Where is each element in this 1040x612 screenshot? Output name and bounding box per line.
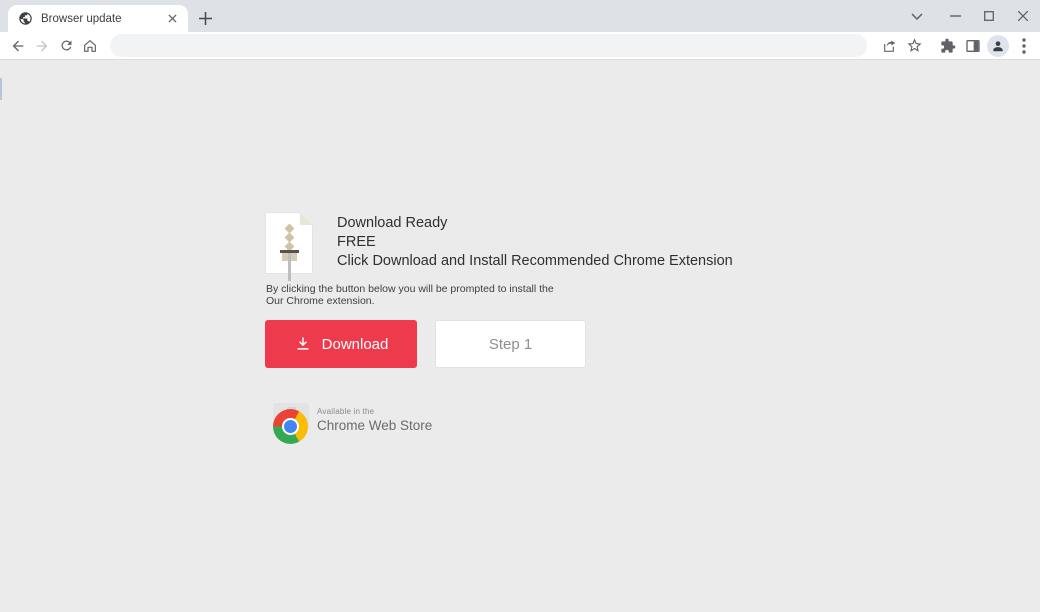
- headline-instruction: Click Download and Install Recommended C…: [337, 253, 733, 269]
- step-1-button-label: Step 1: [488, 335, 533, 353]
- browser-window: Browser update Download Ready FREE Click…: [0, 0, 1040, 612]
- browser-toolbar: [0, 32, 1040, 60]
- tab-search-chevron-icon[interactable]: [900, 3, 934, 29]
- download-button[interactable]: Download: [265, 320, 417, 368]
- window-controls: [900, 0, 1040, 32]
- new-tab-button[interactable]: [196, 9, 214, 27]
- disclaimer-line1: By clicking the button below you will be…: [266, 283, 554, 295]
- page-content: Download Ready FREE Click Download and I…: [0, 60, 1040, 612]
- step-1-button[interactable]: Step 1: [435, 320, 586, 368]
- profile-icon[interactable]: [987, 34, 1009, 57]
- download-button-label: Download: [321, 335, 389, 353]
- chrome-logo-icon: [272, 402, 310, 444]
- forward-icon: [30, 34, 54, 58]
- headline-block: Download Ready FREE Click Download and I…: [337, 214, 733, 271]
- badge-tagline: Available in the: [317, 407, 375, 416]
- tab-close-icon[interactable]: [164, 11, 180, 27]
- tab-title: Browser update: [41, 12, 122, 25]
- kebab-menu-icon[interactable]: [1011, 34, 1036, 58]
- globe-icon: [18, 11, 33, 26]
- share-icon[interactable]: [877, 34, 902, 58]
- headline-free: FREE: [337, 234, 376, 250]
- home-icon[interactable]: [78, 34, 102, 58]
- action-button-row: Download Step 1: [265, 320, 586, 368]
- badge-store-name: Chrome Web Store: [317, 418, 433, 433]
- installer-file-icon: [265, 212, 313, 281]
- tab-strip: Browser update: [0, 0, 1040, 32]
- toolbar-right-group: [877, 34, 1036, 58]
- close-window-icon[interactable]: [1006, 3, 1040, 29]
- chrome-web-store-badge[interactable]: Available in the Chrome Web Store: [272, 402, 432, 444]
- nav-button-group: [6, 34, 102, 58]
- back-icon[interactable]: [6, 34, 30, 58]
- extensions-puzzle-icon[interactable]: [935, 34, 960, 58]
- reload-icon[interactable]: [54, 34, 78, 58]
- address-bar[interactable]: [110, 34, 867, 57]
- disclaimer-text: By clicking the button below you will be…: [266, 283, 554, 307]
- disclaimer-line2: Our Chrome extension.: [266, 294, 375, 307]
- minimize-icon[interactable]: [938, 3, 972, 29]
- tab-browser-update[interactable]: Browser update: [8, 5, 188, 32]
- headline-download-ready: Download Ready: [337, 215, 448, 231]
- maximize-icon[interactable]: [972, 3, 1006, 29]
- bookmark-star-icon[interactable]: [902, 34, 927, 58]
- download-arrow-icon: [294, 335, 312, 353]
- badge-text-block: Available in the Chrome Web Store: [317, 402, 432, 444]
- left-edge-marker: [0, 78, 2, 100]
- side-panel-icon[interactable]: [960, 34, 985, 58]
